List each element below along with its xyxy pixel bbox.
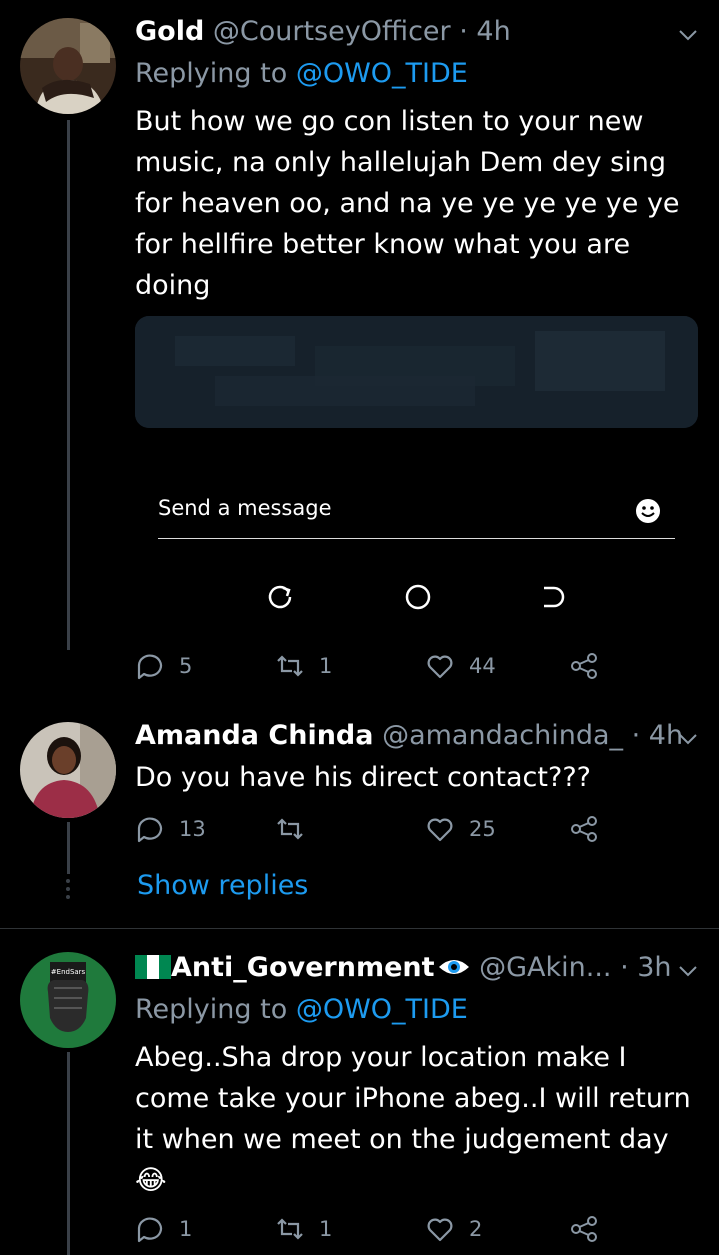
reply-icon bbox=[137, 1217, 163, 1243]
replying-to-handle[interactable]: @OWO_TIDE bbox=[296, 994, 468, 1025]
avatar-anti-government[interactable]: #EndSars bbox=[20, 952, 116, 1048]
avatar-amanda[interactable] bbox=[20, 722, 116, 818]
retweet-button[interactable]: 1 bbox=[275, 1214, 332, 1244]
avatar-gold[interactable] bbox=[20, 18, 116, 114]
like-button[interactable]: 44 bbox=[425, 651, 496, 681]
tweet-actions: 5 1 44 bbox=[135, 651, 605, 687]
like-count: 44 bbox=[469, 654, 496, 678]
reply-button[interactable]: 13 bbox=[135, 814, 206, 844]
share-button[interactable] bbox=[569, 651, 599, 681]
author-handle[interactable]: @CourtseyOfficer bbox=[213, 16, 451, 47]
reply-count: 13 bbox=[179, 817, 206, 841]
tweet-header: Amanda Chinda @amandachinda_ · 4h bbox=[135, 720, 683, 752]
tweet-text-content: Abeg..Sha drop your location make I come… bbox=[135, 1042, 691, 1155]
author-handle[interactable]: @GAkin... bbox=[479, 952, 611, 983]
author-name[interactable]: Anti_Government bbox=[171, 952, 435, 983]
share-icon bbox=[571, 1216, 597, 1242]
tweet-text: But how we go con listen to your new mus… bbox=[135, 106, 680, 301]
replying-to: Replying to @OWO_TIDE bbox=[135, 994, 468, 1025]
reply-icon bbox=[137, 817, 163, 843]
tweet-text: Abeg..Sha drop your location make I come… bbox=[135, 1037, 695, 1201]
send-message-input[interactable] bbox=[158, 496, 598, 520]
reply-button[interactable]: 5 bbox=[135, 651, 192, 681]
show-replies-link[interactable]: Show replies bbox=[137, 870, 308, 901]
tweet-time: · 4h bbox=[459, 16, 511, 47]
share-button[interactable] bbox=[569, 1214, 599, 1244]
share-button[interactable] bbox=[569, 814, 599, 844]
tweet-time: · 4h bbox=[631, 720, 684, 751]
author-handle[interactable]: @amandachinda_ bbox=[382, 720, 623, 751]
like-count: 25 bbox=[469, 817, 496, 841]
replying-to-label: Replying to bbox=[135, 994, 288, 1025]
reply-icon bbox=[137, 654, 163, 680]
chevron-down-icon[interactable] bbox=[677, 24, 699, 46]
share-icon bbox=[571, 653, 597, 679]
retweet-button[interactable] bbox=[275, 814, 319, 844]
laughing-emoji: 😂 bbox=[135, 1165, 167, 1196]
emoji-icon[interactable] bbox=[635, 498, 661, 524]
message-composer[interactable] bbox=[158, 490, 675, 539]
heart-icon bbox=[427, 818, 453, 842]
chevron-down-icon[interactable] bbox=[677, 728, 699, 750]
retweet-count: 1 bbox=[319, 654, 333, 678]
replying-to-handle[interactable]: @OWO_TIDE bbox=[296, 58, 468, 89]
recent-apps-icon[interactable] bbox=[266, 582, 296, 612]
heart-icon bbox=[427, 1218, 453, 1242]
tweet-actions: 13 25 bbox=[135, 814, 605, 850]
back-icon[interactable] bbox=[540, 582, 570, 612]
heart-icon bbox=[427, 655, 453, 679]
retweet-button[interactable]: 1 bbox=[275, 651, 332, 681]
chevron-down-icon[interactable] bbox=[677, 960, 699, 982]
home-icon[interactable] bbox=[403, 582, 433, 612]
thread-line bbox=[67, 822, 70, 874]
author-name[interactable]: Gold bbox=[135, 16, 204, 47]
tweet-media[interactable] bbox=[135, 316, 698, 428]
thread-dots bbox=[65, 878, 71, 900]
thread-line bbox=[67, 1052, 70, 1255]
author-name[interactable]: Amanda Chinda bbox=[135, 720, 373, 751]
retweet-icon bbox=[277, 1218, 303, 1240]
replying-to-label: Replying to bbox=[135, 58, 288, 89]
thread-line bbox=[67, 120, 70, 650]
like-button[interactable]: 25 bbox=[425, 814, 496, 844]
share-icon bbox=[571, 816, 597, 842]
retweet-icon bbox=[277, 655, 303, 677]
like-button[interactable]: 2 bbox=[425, 1214, 482, 1244]
eye-icon bbox=[438, 960, 469, 974]
reply-count: 5 bbox=[179, 654, 193, 678]
tweet-actions: 1 1 2 bbox=[135, 1214, 605, 1250]
nigeria-flag-icon bbox=[135, 955, 171, 979]
reply-count: 1 bbox=[179, 1217, 193, 1241]
reply-button[interactable]: 1 bbox=[135, 1214, 192, 1244]
divider bbox=[0, 928, 719, 929]
like-count: 2 bbox=[469, 1217, 483, 1241]
tweet-header: Anti_Government @GAkin... · 3h bbox=[135, 952, 672, 984]
tweet-time: · 3h bbox=[620, 952, 672, 983]
retweet-icon bbox=[277, 818, 303, 840]
replying-to: Replying to @OWO_TIDE bbox=[135, 58, 468, 89]
endsars-avatar-text: #EndSars bbox=[51, 968, 86, 976]
tweet-header: Gold @CourtseyOfficer · 4h bbox=[135, 16, 511, 48]
tweet-text: Do you have his direct contact??? bbox=[135, 762, 591, 793]
retweet-count: 1 bbox=[319, 1217, 333, 1241]
